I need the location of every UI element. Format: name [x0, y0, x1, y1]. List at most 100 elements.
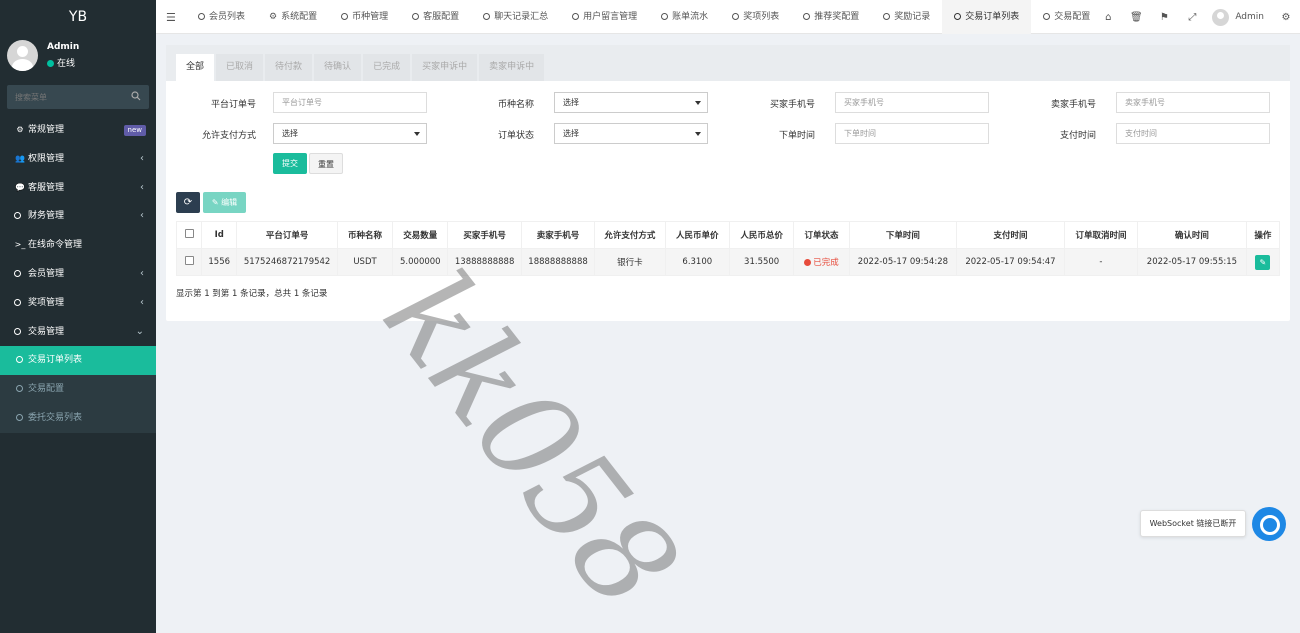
- column-header[interactable]: 币种名称: [336, 221, 394, 249]
- tab-label: 会员列表: [209, 12, 246, 22]
- tab-bill-flow[interactable]: 账单流水: [649, 0, 720, 34]
- chevron-left-icon: ‹: [140, 267, 144, 279]
- cell-pay-method: 银行卡: [594, 248, 666, 276]
- sidebar-item-finance[interactable]: 财务管理 ‹: [0, 202, 156, 231]
- tab-trade-config[interactable]: 交易配置: [1031, 0, 1102, 34]
- pay-time-input[interactable]: 支付时间: [1116, 123, 1270, 144]
- settings-icon[interactable]: ⚙: [1272, 12, 1300, 23]
- column-header[interactable]: 下单时间: [848, 221, 958, 249]
- sidebar-item-trade-config[interactable]: 交易配置: [0, 375, 156, 404]
- tab-members[interactable]: 会员列表: [186, 0, 257, 34]
- currency-select-value: 选择: [563, 98, 579, 107]
- column-header[interactable]: Id: [201, 221, 238, 249]
- order-status-select[interactable]: 选择: [554, 123, 708, 144]
- sidebar-item-members[interactable]: 会员管理 ‹: [0, 260, 156, 289]
- order-status-select-value: 选择: [563, 129, 579, 138]
- trash-icon[interactable]: 🗑: [1122, 12, 1150, 23]
- sidebar-item-support[interactable]: 💬 客服管理 ‹: [0, 174, 156, 203]
- tab-currency[interactable]: 币种管理: [329, 0, 400, 34]
- chevron-left-icon: ‹: [140, 152, 144, 164]
- chat-bubble-icon[interactable]: [1252, 507, 1286, 541]
- menu-search: [7, 85, 149, 109]
- submit-button[interactable]: 提交: [273, 153, 307, 174]
- sidebar-item-label: 奖项管理: [28, 297, 65, 308]
- search-icon[interactable]: [131, 91, 141, 101]
- sidebar-item-entrust-list[interactable]: 委托交易列表: [0, 404, 156, 433]
- column-header[interactable]: 人民币总价: [728, 221, 795, 249]
- column-header[interactable]: 卖家手机号: [520, 221, 596, 249]
- cell-order-time: 2022-05-17 09:54:28: [848, 248, 958, 276]
- pay-method-select[interactable]: 选择: [273, 123, 427, 144]
- fullscreen-icon[interactable]: ⤢: [1178, 12, 1206, 23]
- filter-tab-seller-appeal[interactable]: 卖家申诉中: [479, 54, 545, 81]
- tab-awards[interactable]: 奖项列表: [720, 0, 791, 34]
- tab-label: 聊天记录汇总: [494, 12, 549, 22]
- sidebar-item-trade-orders[interactable]: 交易订单列表: [0, 346, 156, 376]
- top-user-menu[interactable]: Admin: [1206, 8, 1272, 26]
- column-header[interactable]: 交易数量: [392, 221, 449, 249]
- column-header[interactable]: 确认时间: [1137, 221, 1247, 249]
- column-header[interactable]: 订单状态: [793, 221, 850, 249]
- column-header[interactable]: 支付时间: [956, 221, 1065, 249]
- tab-chat-summary[interactable]: 聊天记录汇总: [471, 0, 560, 34]
- column-header[interactable]: 允许支付方式: [594, 221, 666, 249]
- status-badge: 已完成: [813, 258, 839, 268]
- sidebar-item-permissions[interactable]: 👥 权限管理 ‹: [0, 145, 156, 174]
- order-time-input[interactable]: 下单时间: [835, 123, 989, 144]
- filter-tab-buyer-appeal[interactable]: 买家申诉中: [412, 54, 478, 81]
- seller-phone-input[interactable]: 卖家手机号: [1116, 92, 1270, 113]
- user-status: 在线: [47, 56, 75, 69]
- tab-messages[interactable]: 用户留言管理: [560, 0, 649, 34]
- column-header[interactable]: 订单取消时间: [1063, 221, 1139, 249]
- tab-reward-records[interactable]: 奖励记录: [871, 0, 942, 34]
- user-panel: Admin 在线: [0, 34, 156, 78]
- buyer-phone-input[interactable]: 买家手机号: [835, 92, 989, 113]
- sidebar-item-awards[interactable]: 奖项管理 ‹: [0, 289, 156, 318]
- table-row[interactable]: 1556 5175246872179542 USDT 5.000000 1388…: [175, 248, 1281, 276]
- filter-tab-completed[interactable]: 已完成: [363, 54, 411, 81]
- app-logo[interactable]: YB: [0, 0, 156, 34]
- circle-icon: [954, 13, 962, 20]
- row-checkbox[interactable]: [184, 256, 194, 265]
- currency-select[interactable]: 选择: [554, 92, 708, 113]
- status-filter-tabs: 全部 已取消 待付款 待确认 已完成 买家申诉中 卖家申诉中: [166, 45, 1290, 81]
- circle-icon: [483, 13, 491, 20]
- filter-tab-all[interactable]: 全部: [176, 54, 215, 81]
- column-header[interactable]: 买家手机号: [447, 221, 522, 249]
- sidebar-item-label: 权限管理: [28, 153, 65, 164]
- sidebar-menu: ⚙ 常规管理 new 👥 权限管理 ‹ 💬 客服管理 ‹ 财务管理 ‹ >_ 在线命令管理 会员…: [0, 116, 156, 433]
- edit-button[interactable]: ✎ 编辑: [203, 192, 246, 213]
- sidebar-item-general[interactable]: ⚙ 常规管理 new: [0, 116, 156, 145]
- tab-trade-orders[interactable]: 交易订单列表: [942, 0, 1032, 34]
- cell-unit-price: 6.3100: [664, 248, 730, 276]
- sidebar-item-commands[interactable]: >_ 在线命令管理: [0, 231, 156, 260]
- cell-confirm-time: 2022-05-17 09:55:15: [1137, 248, 1247, 276]
- tab-label: 交易配置: [1054, 12, 1091, 22]
- filter-tab-cancelled[interactable]: 已取消: [216, 54, 264, 81]
- column-header[interactable]: 平台订单号: [236, 221, 338, 249]
- menu-search-input[interactable]: [7, 85, 123, 109]
- circle-icon: [14, 318, 26, 347]
- sidebar-item-trading[interactable]: 交易管理 ⌄: [0, 318, 156, 347]
- select-all-checkbox[interactable]: [184, 229, 194, 238]
- tab-label: 奖励记录: [894, 12, 931, 22]
- tab-label: 奖项列表: [743, 12, 780, 22]
- reset-button[interactable]: 重置: [309, 153, 343, 174]
- row-edit-button[interactable]: ✎: [1255, 254, 1271, 270]
- platform-order-input[interactable]: 平台订单号: [273, 92, 427, 113]
- tab-system-config[interactable]: ⚙ 系统配置: [257, 0, 329, 34]
- filter-tab-pending-payment[interactable]: 待付款: [265, 54, 313, 81]
- language-icon[interactable]: ⚑: [1150, 12, 1178, 23]
- caret-down-icon: [414, 132, 420, 136]
- user-avatar: [7, 40, 38, 71]
- circle-icon: [341, 13, 349, 20]
- filter-tab-pending-confirm[interactable]: 待确认: [314, 54, 362, 81]
- refresh-button[interactable]: ⟳: [176, 192, 200, 213]
- cell-actions: ✎: [1245, 248, 1281, 276]
- tab-support-config[interactable]: 客服配置: [400, 0, 471, 34]
- tab-referral-config[interactable]: 推荐奖配置: [791, 0, 871, 34]
- menu-toggle-icon[interactable]: ☰: [166, 11, 176, 24]
- sidebar-item-label: 在线命令管理: [28, 240, 83, 251]
- column-header[interactable]: 人民币单价: [664, 221, 730, 249]
- home-icon[interactable]: ⌂: [1094, 12, 1122, 23]
